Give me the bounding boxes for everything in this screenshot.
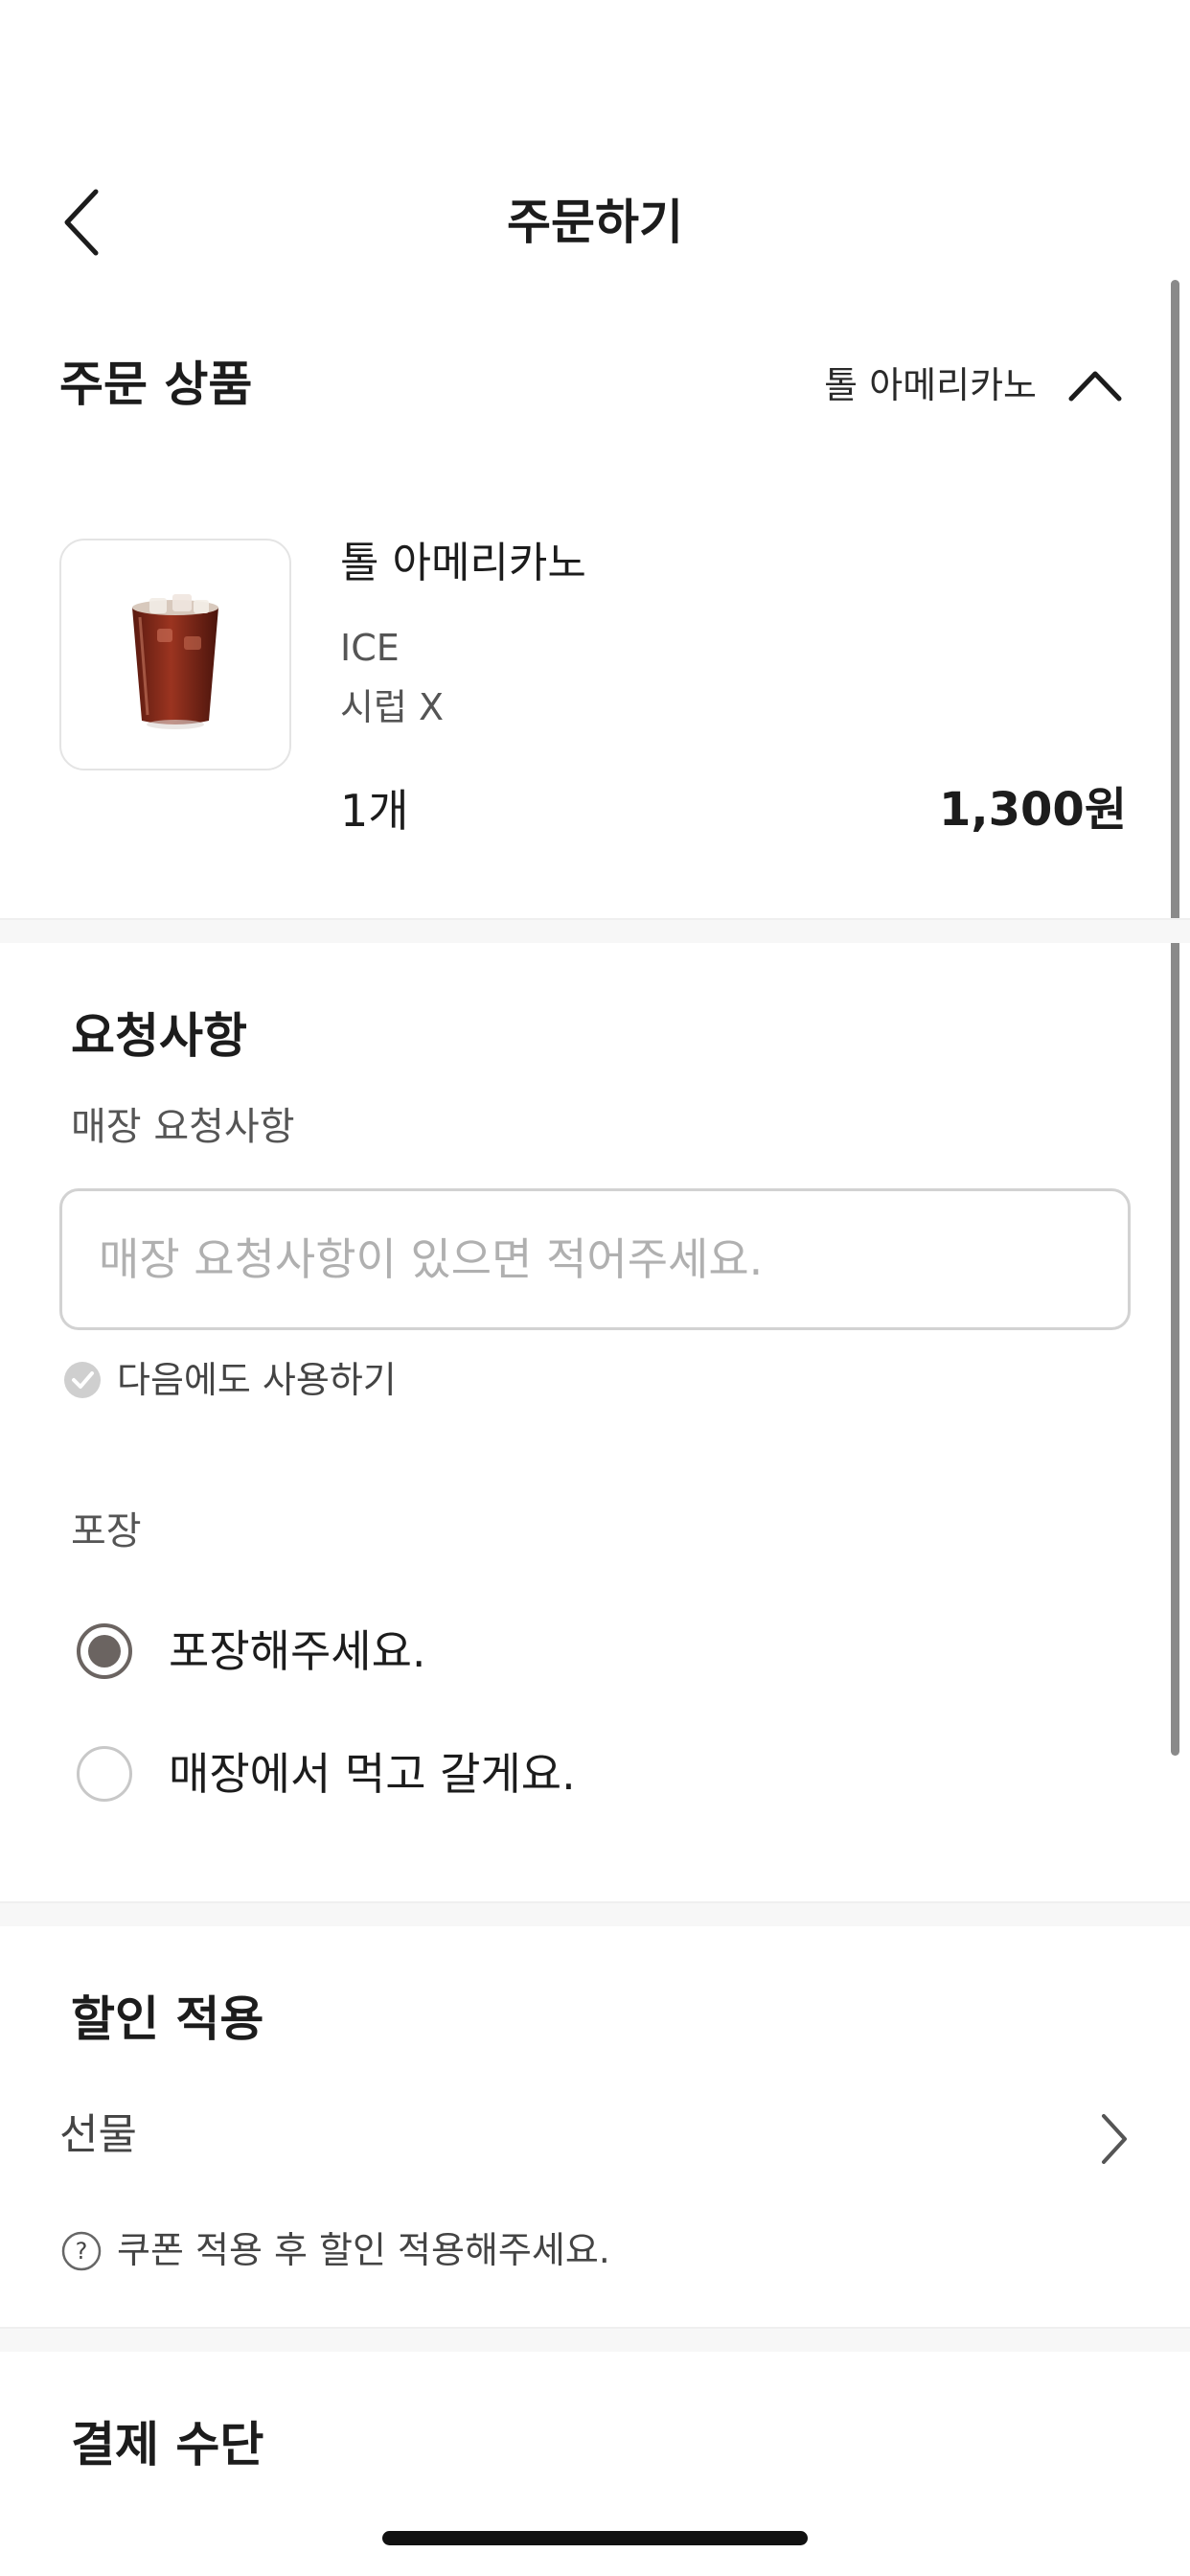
collapse-order-button[interactable] [1065, 360, 1125, 410]
scrollbar[interactable] [1171, 280, 1179, 1756]
gift-row[interactable] [0, 2099, 1190, 2175]
save-for-next-checkbox[interactable] [63, 1361, 102, 1399]
product-price: 1,300원 [939, 783, 1127, 837]
order-summary-name[interactable]: 톨 아메리카노 [824, 356, 1037, 414]
product-quantity: 1개 [340, 785, 409, 837]
discount-title: 할인 적용 [71, 1991, 264, 2047]
order-items-title: 주문 상품 [59, 356, 253, 412]
section-divider [0, 2327, 1190, 2352]
packaging-takeout-label[interactable]: 포장해주세요. [169, 1621, 426, 1682]
page-title: 주문하기 [507, 195, 683, 250]
product-option-temperature: ICE [340, 627, 400, 669]
gift-chevron[interactable] [1098, 2112, 1129, 2166]
question-circle-icon: ? [61, 2231, 102, 2271]
help-icon-wrapper: ? [61, 2231, 102, 2271]
product-thumbnail [59, 539, 291, 770]
svg-text:?: ? [76, 2238, 88, 2265]
discount-help-text: 쿠폰 적용 후 할인 적용해주세요. [117, 2229, 610, 2271]
packaging-label: 포장 [71, 1509, 142, 1553]
save-for-next-label[interactable]: 다음에도 사용하기 [117, 1353, 397, 1407]
section-divider [0, 1901, 1190, 1926]
gift-label[interactable]: 선물 [59, 2104, 137, 2166]
section-divider [0, 918, 1190, 943]
product-name: 톨 아메리카노 [340, 539, 586, 587]
packaging-takeout-radio[interactable] [77, 1623, 132, 1679]
chevron-right-icon [1102, 2114, 1127, 2164]
payment-method-title: 결제 수단 [71, 2417, 264, 2472]
packaging-dine-in-radio[interactable] [77, 1746, 132, 1802]
iced-americano-image [132, 594, 218, 729]
chevron-up-icon [1068, 371, 1122, 402]
check-circle-icon [64, 1362, 101, 1398]
requests-title: 요청사항 [71, 1008, 247, 1064]
store-request-label: 매장 요청사항 [71, 1105, 295, 1149]
home-indicator [382, 2531, 808, 2545]
product-option-syrup: 시럽 X [340, 686, 445, 728]
packaging-dine-in-label[interactable]: 매장에서 먹고 갈게요. [169, 1743, 576, 1805]
store-request-input[interactable] [59, 1188, 1131, 1330]
